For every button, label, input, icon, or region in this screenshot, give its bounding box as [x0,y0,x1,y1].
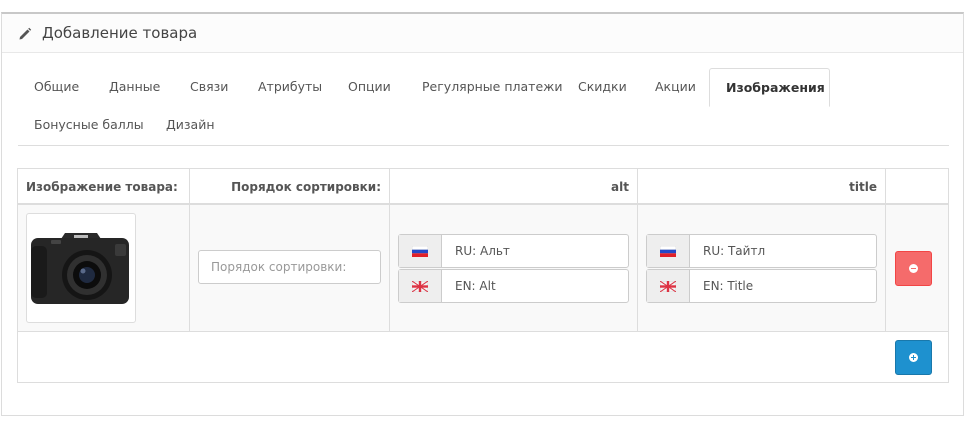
tab-specials[interactable]: Акции [639,68,712,106]
tab-discounts[interactable]: Скидки [562,68,643,106]
alt-en-value: EN: Alt [455,279,496,293]
title-en-field[interactable]: EN: Title [646,269,877,303]
tab-data[interactable]: Данные [93,68,176,106]
panel-title: Добавление товара [42,24,198,42]
minus-circle-icon [909,264,918,273]
title-ru-value: RU: Тайтл [703,244,766,258]
tab-design[interactable]: Дизайн [150,106,231,144]
en-flag-icon [647,270,690,302]
tab-attributes[interactable]: Атрибуты [242,68,338,106]
plus-circle-icon [909,353,918,362]
tab-reward-points[interactable]: Бонусные баллы [18,106,160,144]
tab-options[interactable]: Опции [332,68,407,106]
add-image-button[interactable] [895,340,932,375]
pencil-icon [18,26,32,40]
tab-recurring[interactable]: Регулярные платежи [406,68,579,106]
tab-images[interactable]: Изображения [709,68,830,107]
header-alt: alt [390,169,638,205]
table-row-alt-cell: RU: Альт EN: Alt [390,205,638,332]
ru-flag-icon [399,235,442,267]
en-flag-icon [399,270,442,302]
table-row-sort-cell [190,205,390,332]
header-action [886,169,948,205]
header-image: Изображение товара: [18,169,190,205]
title-en-value: EN: Title [703,279,754,293]
header-sort-order: Порядок сортировки: [190,169,390,205]
alt-en-field[interactable]: EN: Alt [398,269,629,303]
panel-heading: Добавление товара [2,14,963,53]
remove-image-button[interactable] [895,251,932,286]
images-table: Изображение товара: Порядок сортировки: … [17,168,949,383]
alt-ru-value: RU: Альт [455,244,510,258]
image-thumbnail[interactable] [26,213,136,323]
camera-thumbnail [31,233,129,304]
title-ru-field[interactable]: RU: Тайтл [646,234,877,268]
tab-bar: Общие Данные Связи Атрибуты Опции Регуля… [18,68,949,146]
tab-general[interactable]: Общие [18,68,95,106]
tab-links[interactable]: Связи [174,68,244,106]
header-title: title [638,169,886,205]
table-row-title-cell: RU: Тайтл EN: Title [638,205,886,332]
ru-flag-icon [647,235,690,267]
alt-ru-field[interactable]: RU: Альт [398,234,629,268]
sort-order-input[interactable] [198,250,381,284]
table-row-image-cell [18,205,190,332]
table-row-action-cell [886,205,948,332]
